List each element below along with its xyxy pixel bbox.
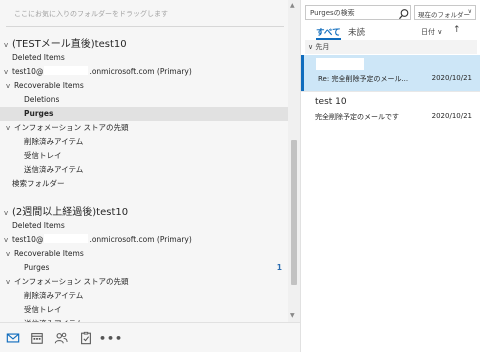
folder-label: 受信トレイ: [24, 305, 62, 314]
group-label: 先月: [315, 43, 330, 51]
folder-search[interactable]: 検索フォルダー: [0, 177, 288, 191]
search-input[interactable]: Purgesの検索: [305, 5, 411, 20]
folder-inbox[interactable]: 受信トレイ: [0, 149, 288, 163]
scope-label: 現在のフォルダー: [418, 11, 470, 19]
folder-purges-selected[interactable]: Purges: [0, 107, 288, 121]
bottom-navigation: •••: [0, 322, 300, 352]
folder-label: 受信トレイ: [24, 151, 62, 160]
message-sender: test 10: [315, 97, 347, 107]
chevron-down-icon: ∨: [308, 43, 314, 51]
folder-purges[interactable]: Purges 1: [0, 261, 288, 275]
sort-direction-icon[interactable]: ↑: [453, 25, 461, 35]
chevron-down-icon[interactable]: v: [6, 247, 14, 261]
folder-pane-scrollbar[interactable]: ▲ ▼: [288, 0, 300, 322]
scroll-thumb[interactable]: [291, 140, 297, 285]
folder-label: Deleted Items: [12, 221, 65, 230]
group-header-last-month[interactable]: ∨ 先月: [305, 40, 477, 54]
folder-label: Deletions: [24, 95, 60, 104]
folder-label: インフォメーション ストアの先頭: [14, 277, 129, 286]
folder-inbox[interactable]: 受信トレイ: [0, 303, 288, 317]
chevron-down-icon[interactable]: v: [6, 79, 14, 93]
search-icon[interactable]: [398, 6, 410, 20]
more-apps-button[interactable]: •••: [99, 329, 122, 347]
folder-label: Recoverable Items: [14, 249, 84, 258]
folder-label: Purges: [24, 109, 54, 118]
tab-unread[interactable]: 未読: [348, 26, 365, 40]
message-date: 2020/10/21: [431, 112, 472, 120]
calendar-icon[interactable]: [28, 329, 46, 347]
folder-label: Deleted Items: [12, 53, 65, 62]
favorites-divider: [6, 26, 284, 27]
tab-all[interactable]: すべて: [316, 26, 341, 40]
message-subject: Re: 完全削除予定のメール...: [318, 75, 409, 83]
redacted-sender: [316, 58, 364, 70]
sort-by-date-dropdown[interactable]: 日付 ∨: [421, 27, 442, 37]
mailbox-label: test10@: [12, 67, 44, 76]
scroll-down-arrow-icon[interactable]: ▼: [290, 312, 295, 319]
folder-label: 削除済みアイテム: [24, 137, 84, 146]
folder-sent[interactable]: 送信済みアイテム: [0, 163, 288, 177]
scroll-up-arrow-icon[interactable]: ▲: [290, 2, 295, 9]
folder-label: 送信済みアイテム: [24, 165, 84, 174]
account-label: (TESTメール直後)test10: [12, 39, 127, 50]
folder-deleted-jp[interactable]: 削除済みアイテム: [0, 135, 288, 149]
message-item[interactable]: test 10 完全削除予定のメールです 2020/10/21: [301, 93, 480, 129]
message-date: 2020/10/21: [431, 74, 472, 82]
message-item[interactable]: Re: 完全削除予定のメール... 2020/10/21: [301, 55, 480, 91]
favorites-drop-hint: ここにお気に入りのフォルダーをドラッグします: [14, 10, 168, 18]
message-divider: [301, 91, 480, 92]
mailbox-label: test10@: [12, 235, 44, 244]
chevron-down-icon[interactable]: v: [6, 275, 14, 289]
unread-count-badge: 1: [276, 263, 282, 272]
folder-recoverable-items[interactable]: v Recoverable Items: [0, 247, 288, 261]
mailbox-domain: .onmicrosoft.com (Primary): [89, 67, 192, 76]
folder-info-store-top[interactable]: v インフォメーション ストアの先頭: [0, 121, 288, 135]
folder-label: Purges: [24, 263, 50, 272]
chevron-down-icon[interactable]: v: [4, 233, 12, 247]
folder-info-store-top[interactable]: v インフォメーション ストアの先頭: [0, 275, 288, 289]
folder-deletions[interactable]: Deletions: [0, 93, 288, 107]
folder-label: 削除済みアイテム: [24, 291, 84, 300]
folder-label: 検索フォルダー: [12, 179, 65, 188]
folder-label: Recoverable Items: [14, 81, 84, 90]
mail-icon[interactable]: [4, 329, 22, 347]
redacted-block: [44, 234, 89, 243]
folder-recoverable-items[interactable]: v Recoverable Items: [0, 79, 288, 93]
account-label: (2週間以上経過後)test10: [12, 207, 129, 218]
mailbox-primary-2[interactable]: v test10@ .onmicrosoft.com (Primary): [0, 233, 288, 247]
chevron-down-icon[interactable]: v: [6, 121, 14, 135]
folder-pane: ここにお気に入りのフォルダーをドラッグします v (TESTメール直後)test1…: [0, 0, 301, 352]
tasks-icon[interactable]: [77, 329, 95, 347]
folder-label: インフォメーション ストアの先頭: [14, 123, 129, 132]
people-icon[interactable]: [52, 329, 70, 347]
chevron-down-icon[interactable]: v: [4, 65, 12, 79]
mailbox-domain: .onmicrosoft.com (Primary): [89, 235, 192, 244]
folder-deleted-jp[interactable]: 削除済みアイテム: [0, 289, 288, 303]
folder-deleted-items[interactable]: Deleted Items: [0, 219, 288, 233]
mailbox-primary-1[interactable]: v test10@ .onmicrosoft.com (Primary): [0, 65, 288, 79]
message-subject: 完全削除予定のメールです: [315, 113, 399, 121]
redacted-block: [44, 66, 89, 75]
chevron-down-icon: ∨: [467, 8, 472, 15]
search-scope-dropdown[interactable]: 現在のフォルダー ∨: [414, 5, 476, 20]
folder-deleted-items[interactable]: Deleted Items: [0, 51, 288, 65]
